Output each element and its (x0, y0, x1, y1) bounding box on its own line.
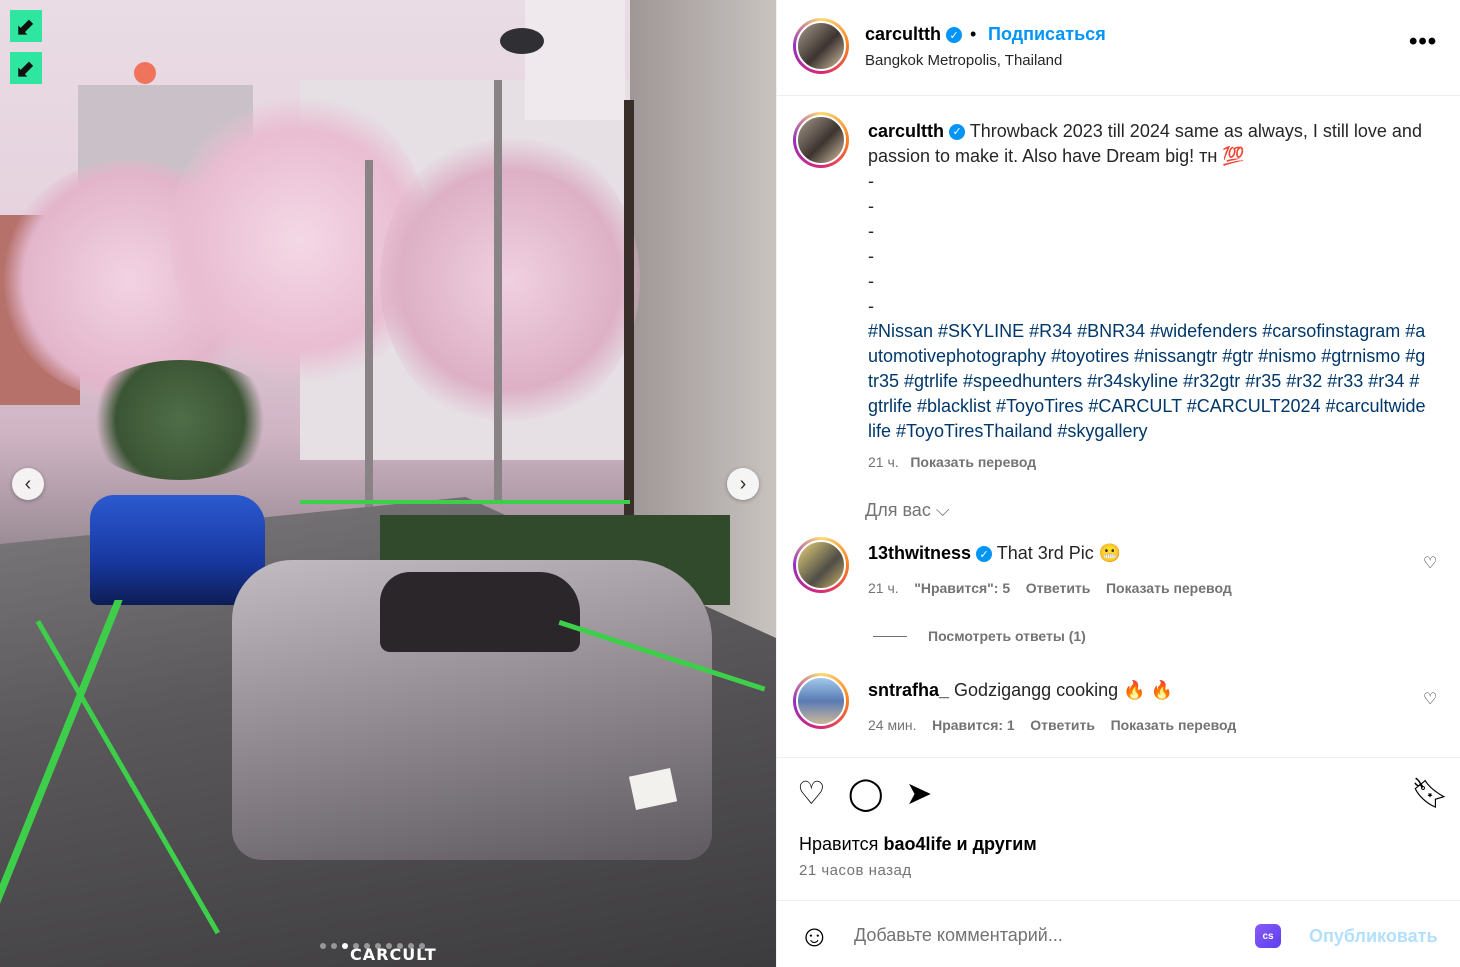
comment-text: Godzigangg cooking 🔥 🔥 (954, 680, 1173, 700)
post-caption: carcultth ✓ Throwback 2023 till 2024 sam… (868, 119, 1428, 475)
caption-hashtags[interactable]: #Nissan #SKYLINE #R34 #BNR34 #widefender… (868, 319, 1428, 444)
carousel-dot (320, 943, 326, 949)
caption-dash: - (868, 296, 874, 316)
caption-time[interactable]: 21 ч. (868, 454, 899, 470)
caption-dash: - (868, 246, 874, 266)
post-location[interactable]: Bangkok Metropolis, Thailand (865, 52, 1062, 69)
verified-badge-icon: ✓ (946, 27, 963, 44)
post-actions: ♡ ◯ ➤ (797, 774, 932, 812)
comment-likes[interactable]: "Нравится": 5 (914, 580, 1010, 596)
utility-pole (365, 160, 373, 520)
blossom-tree (380, 130, 640, 430)
caption-dash: - (868, 271, 874, 291)
post-side-panel: carcultth ✓ • Подписаться Bangkok Metrop… (776, 0, 1460, 967)
likes-user-link[interactable]: bao4life (883, 834, 951, 854)
publish-button[interactable]: Опубликовать (1309, 926, 1438, 947)
carousel-prev-button[interactable]: ‹ (12, 468, 44, 500)
comment-likes[interactable]: Нравится: 1 (932, 717, 1015, 733)
author-avatar[interactable] (793, 18, 849, 74)
caption-dash: - (868, 221, 874, 241)
more-options-icon[interactable]: ••• (1409, 28, 1437, 56)
share-icon[interactable]: ➤ (906, 774, 933, 812)
collapse-arrow-icon[interactable]: ⬋ (10, 10, 42, 42)
comment-username[interactable]: 13thwitness (868, 543, 971, 563)
comment-translate-button[interactable]: Показать перевод (1106, 580, 1232, 596)
carousel-dot (331, 943, 337, 949)
carousel-next-button[interactable]: › (727, 468, 759, 500)
cs-extension-icon[interactable]: cs (1255, 924, 1281, 948)
divider (777, 900, 1460, 901)
caption-author-avatar[interactable] (793, 112, 849, 168)
caption-meta: 21 ч. Показать перевод (868, 450, 1428, 475)
carousel-dot (342, 943, 348, 949)
comment-time[interactable]: 24 мин. (868, 717, 917, 733)
street-lamp-head (500, 28, 544, 54)
post-time[interactable]: 21 часов назад (799, 862, 912, 879)
collapse-arrow-icon[interactable]: ⬋ (10, 52, 42, 84)
commenter-avatar[interactable] (793, 537, 849, 593)
comment-reply-button[interactable]: Ответить (1030, 717, 1095, 733)
blue-car (90, 495, 265, 605)
view-replies-button[interactable]: Посмотреть ответы (1) (928, 628, 1086, 644)
likes-summary: Нравится bao4life и другим (799, 834, 1037, 854)
guard-rail (300, 500, 630, 504)
verified-badge-icon: ✓ (976, 546, 993, 563)
comment-like-icon[interactable]: ♡ (1423, 553, 1437, 573)
comment-meta: 21 ч. "Нравится": 5 Ответить Показать пе… (868, 580, 1232, 596)
building-tower (525, 0, 625, 120)
divider (777, 757, 1460, 758)
caption-username[interactable]: carcultth (868, 121, 944, 141)
post-photo: ⬋ ⬋ ‹ › CARCULT (0, 0, 776, 967)
caption-dash: - (868, 171, 874, 191)
comment-time[interactable]: 21 ч. (868, 580, 899, 596)
comment: sntrafha_ Godzigangg cooking 🔥 🔥 (868, 680, 1173, 701)
caption-dash: - (868, 196, 874, 216)
comment-like-icon[interactable]: ♡ (1423, 689, 1437, 709)
replies-line (873, 636, 907, 637)
comment-text: That 3rd Pic 😬 (996, 543, 1122, 563)
for-you-filter[interactable]: Для вас ⌵ (865, 500, 949, 521)
divider (777, 95, 1460, 96)
comment-meta: 24 мин. Нравится: 1 Ответить Показать пе… (868, 717, 1236, 733)
green-tree (80, 360, 280, 480)
author-username[interactable]: carcultth ✓ (865, 24, 963, 45)
comment: 13thwitness ✓ That 3rd Pic 😬 (868, 543, 1121, 564)
follow-button[interactable]: Подписаться (988, 24, 1106, 45)
caption-translate-button[interactable]: Показать перевод (910, 454, 1036, 470)
bookmark-icon[interactable]: 🔖︎ (1411, 776, 1449, 811)
separator-dot: • (970, 24, 977, 44)
comment-username[interactable]: sntrafha_ (868, 680, 949, 700)
comment-icon[interactable]: ◯ (848, 774, 884, 812)
emoji-icon[interactable]: ☺ (799, 920, 830, 954)
verified-badge-icon: ✓ (949, 124, 966, 141)
like-icon[interactable]: ♡ (797, 774, 826, 812)
comment-input[interactable] (854, 925, 1234, 946)
sign-sun (134, 62, 156, 84)
silver-car-window (380, 572, 580, 652)
comment-reply-button[interactable]: Ответить (1026, 580, 1091, 596)
commenter-avatar[interactable] (793, 673, 849, 729)
comment-translate-button[interactable]: Показать перевод (1111, 717, 1237, 733)
photo-watermark: CARCULT (350, 945, 437, 964)
utility-pole (494, 80, 502, 500)
